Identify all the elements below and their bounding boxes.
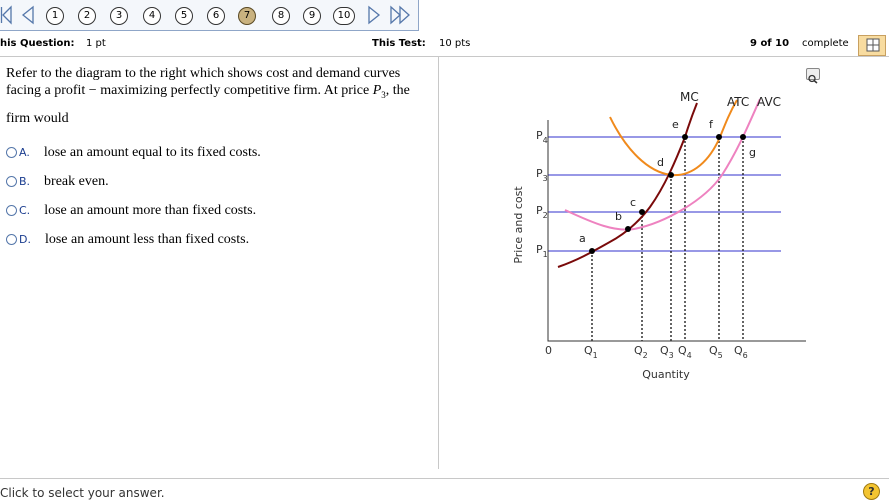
point-d (668, 172, 674, 178)
avc-label: AVC (757, 95, 781, 109)
label-e: e (672, 118, 679, 131)
point-b (625, 226, 631, 232)
help-button[interactable]: ? (863, 483, 880, 500)
point-f (716, 134, 722, 140)
question-button-6[interactable]: 6 (207, 7, 225, 25)
this-question-points: 1 pt (86, 38, 106, 49)
question-text: Refer to the diagram to the right which … (6, 65, 431, 127)
point-g (740, 134, 746, 140)
q-label-3: Q3 (660, 344, 674, 360)
q-label-2: Q2 (634, 344, 648, 360)
radio-d[interactable] (6, 234, 17, 246)
complete-label: complete (802, 38, 849, 49)
previous-question-icon[interactable] (19, 5, 35, 25)
radio-b[interactable] (6, 176, 17, 188)
question-line-1: Refer to the diagram to the right which … (6, 66, 401, 81)
radio-c[interactable] (6, 205, 17, 217)
label-f: f (709, 118, 714, 131)
price-label-p2: P2 (536, 204, 548, 220)
question-button-10[interactable]: 10 (333, 7, 355, 25)
question-line-3: firm would (6, 110, 69, 126)
question-button-8[interactable]: 8 (272, 7, 290, 25)
q-label-5: Q5 (709, 344, 723, 360)
label-g: g (749, 146, 756, 159)
this-test-label: This Test: (372, 38, 426, 49)
cost-curves-diagram: Price and cost P4 P3 P2 P1 a b c d e f g… (512, 90, 806, 381)
first-question-icon[interactable] (0, 5, 12, 25)
point-e (682, 134, 688, 140)
radio-a[interactable] (6, 147, 17, 159)
price-labels: P4 P3 P2 P1 (536, 129, 548, 259)
price-label-p4: P4 (536, 129, 548, 145)
last-question-icon[interactable] (389, 5, 413, 25)
choice-b[interactable]: B. break even. (6, 174, 109, 190)
point-c (639, 209, 645, 215)
next-question-icon[interactable] (367, 5, 383, 25)
choice-c[interactable]: C. lose an amount more than fixed costs. (6, 203, 256, 219)
question-button-1[interactable]: 1 (46, 7, 64, 25)
this-question-label: his Question: (0, 38, 75, 49)
choice-a[interactable]: A. lose an amount equal to its fixed cost… (6, 145, 261, 161)
question-button-7-current[interactable]: 7 (238, 7, 256, 25)
axes (547, 120, 806, 342)
this-test-points: 10 pts (439, 38, 471, 49)
question-button-4[interactable]: 4 (143, 7, 161, 25)
q-label-1: Q1 (584, 344, 598, 360)
question-button-5[interactable]: 5 (175, 7, 193, 25)
zoom-icon[interactable] (806, 68, 820, 84)
mc-label: MC (680, 90, 699, 104)
origin-label: 0 (545, 344, 552, 357)
price-label-p1: P1 (536, 243, 548, 259)
point-a (589, 248, 595, 254)
label-b: b (615, 210, 622, 223)
complete-icon[interactable] (858, 35, 886, 56)
question-navbar: 1 2 3 4 5 6 7 8 9 10 (0, 0, 419, 31)
choice-d[interactable]: D. lose an amount less than fixed costs. (6, 232, 249, 248)
quantity-labels: Q1 Q2 Q3 Q4 Q5 Q6 (584, 344, 748, 360)
price-label-p3: P3 (536, 167, 548, 183)
question-button-9[interactable]: 9 (303, 7, 321, 25)
atc-label: ATC (727, 95, 749, 109)
header-divider (0, 56, 889, 57)
intersection-points (589, 134, 746, 254)
question-line-2: facing a profit − maximizing perfectly c… (6, 83, 410, 100)
y-axis-label: Price and cost (512, 186, 525, 264)
q-label-6: Q6 (734, 344, 748, 360)
label-c: c (630, 196, 636, 209)
footer-hint: Click to select your answer. (0, 486, 165, 500)
grid-icon (866, 38, 880, 52)
label-a: a (579, 232, 586, 245)
info-bar: his Question: 1 pt This Test: 10 pts 9 o… (0, 32, 889, 55)
question-button-2[interactable]: 2 (78, 7, 96, 25)
label-d: d (657, 156, 664, 169)
progress-count: 9 of 10 (750, 38, 790, 49)
q-label-4: Q4 (678, 344, 692, 360)
x-axis-label: Quantity (642, 368, 690, 381)
footer-bar: Click to select your answer. ? (0, 478, 889, 500)
question-button-3[interactable]: 3 (110, 7, 128, 25)
pane-divider (438, 57, 439, 469)
